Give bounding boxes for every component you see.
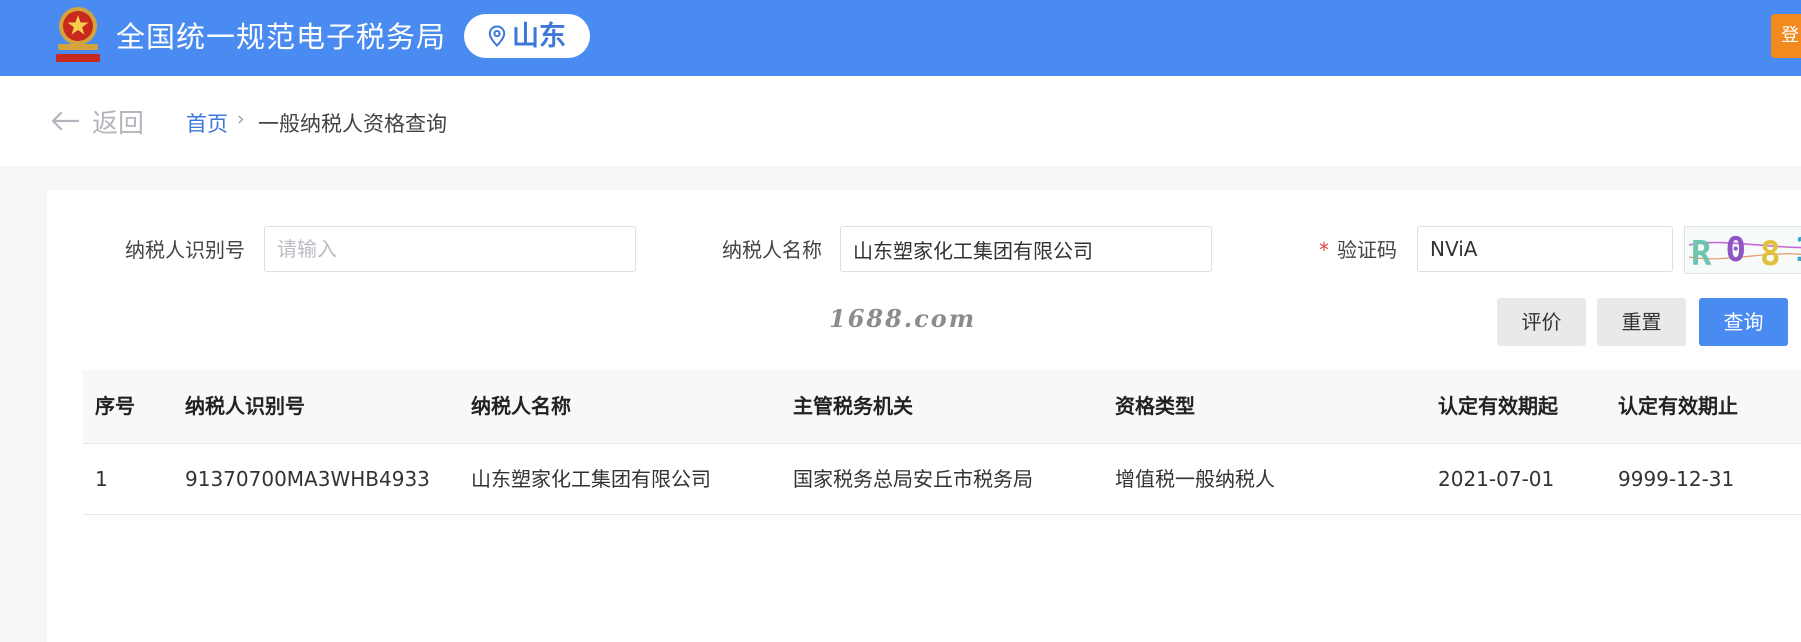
captcha-label: * 验证码 [1319,226,1397,274]
evaluate-button[interactable]: 评价 [1497,298,1586,346]
query-card: 纳税人识别号 纳税人名称 *验证码 R081 1688.com 评价 重置 查询… [47,190,1801,642]
col-header-valid-from: 认定有效期起 [1438,394,1558,418]
login-button[interactable]: 登录 [1771,14,1801,58]
taxpayer-id-label: 纳税人识别号 [125,238,245,262]
taxpayer-name-label: 纳税人名称 [722,238,822,262]
breadcrumb-bar: 返回 首页 › 一般纳税人资格查询 [0,76,1801,166]
cell-taxpayer-name: 山东塑家化工集团有限公司 [471,467,711,491]
captcha-glyph: R [1691,234,1725,273]
back-label: 返回 [92,108,145,139]
cell-index: 1 [95,467,108,491]
back-button[interactable]: 返回 [50,104,145,139]
cell-valid-to: 9999-12-31 [1618,467,1735,491]
captcha-text: R081 [1691,230,1801,273]
col-header-qualification-type: 资格类型 [1115,394,1195,418]
watermark-text: 1688.com [829,304,977,333]
col-header-taxpayer-id: 纳税人识别号 [185,394,305,418]
col-header-valid-to: 认定有效期止 [1618,394,1738,418]
reset-button[interactable]: 重置 [1597,298,1686,346]
taxpayer-name-input[interactable] [840,226,1212,272]
location-pin-icon [488,25,506,47]
top-header: 全国统一规范电子税务局 山东 登录 [0,0,1801,76]
taxpayer-id-input[interactable] [264,226,636,272]
table-header: 序号 纳税人识别号 纳税人名称 主管税务机关 资格类型 认定有效期起 认定有效期… [83,370,1801,444]
arrow-left-icon [51,111,80,131]
captcha-image[interactable]: R081 [1684,226,1801,274]
result-table: 序号 纳税人识别号 纳税人名称 主管税务机关 资格类型 认定有效期起 认定有效期… [83,370,1801,515]
breadcrumb-home-link[interactable]: 首页 [186,108,228,138]
captcha-input[interactable] [1417,226,1673,272]
breadcrumb-current: 一般纳税人资格查询 [258,112,447,136]
col-header-index: 序号 [95,394,135,418]
col-header-taxpayer-name: 纳税人名称 [471,394,571,418]
query-button[interactable]: 查询 [1699,298,1788,346]
captcha-glyph: 0 [1725,230,1759,270]
col-header-tax-authority: 主管税务机关 [793,394,913,418]
required-mark: * [1319,238,1329,262]
cell-tax-authority: 国家税务总局安丘市税务局 [793,467,1033,491]
chevron-right-icon: › [237,108,245,130]
captcha-glyph: 8 [1760,234,1794,273]
site-title: 全国统一规范电子税务局 [116,20,447,54]
captcha-glyph: 1 [1794,230,1801,270]
cell-taxpayer-id: 91370700MA3WHB4933 [185,467,430,491]
cell-valid-from: 2021-07-01 [1438,467,1555,491]
cell-qualification-type: 增值税一般纳税人 [1115,467,1275,491]
region-selector[interactable]: 山东 [464,14,590,58]
table-row: 1 91370700MA3WHB4933 山东塑家化工集团有限公司 国家税务总局… [83,444,1801,515]
national-tax-emblem-icon [52,4,104,66]
captcha-label-text: 验证码 [1337,238,1397,262]
region-label: 山东 [512,20,566,52]
